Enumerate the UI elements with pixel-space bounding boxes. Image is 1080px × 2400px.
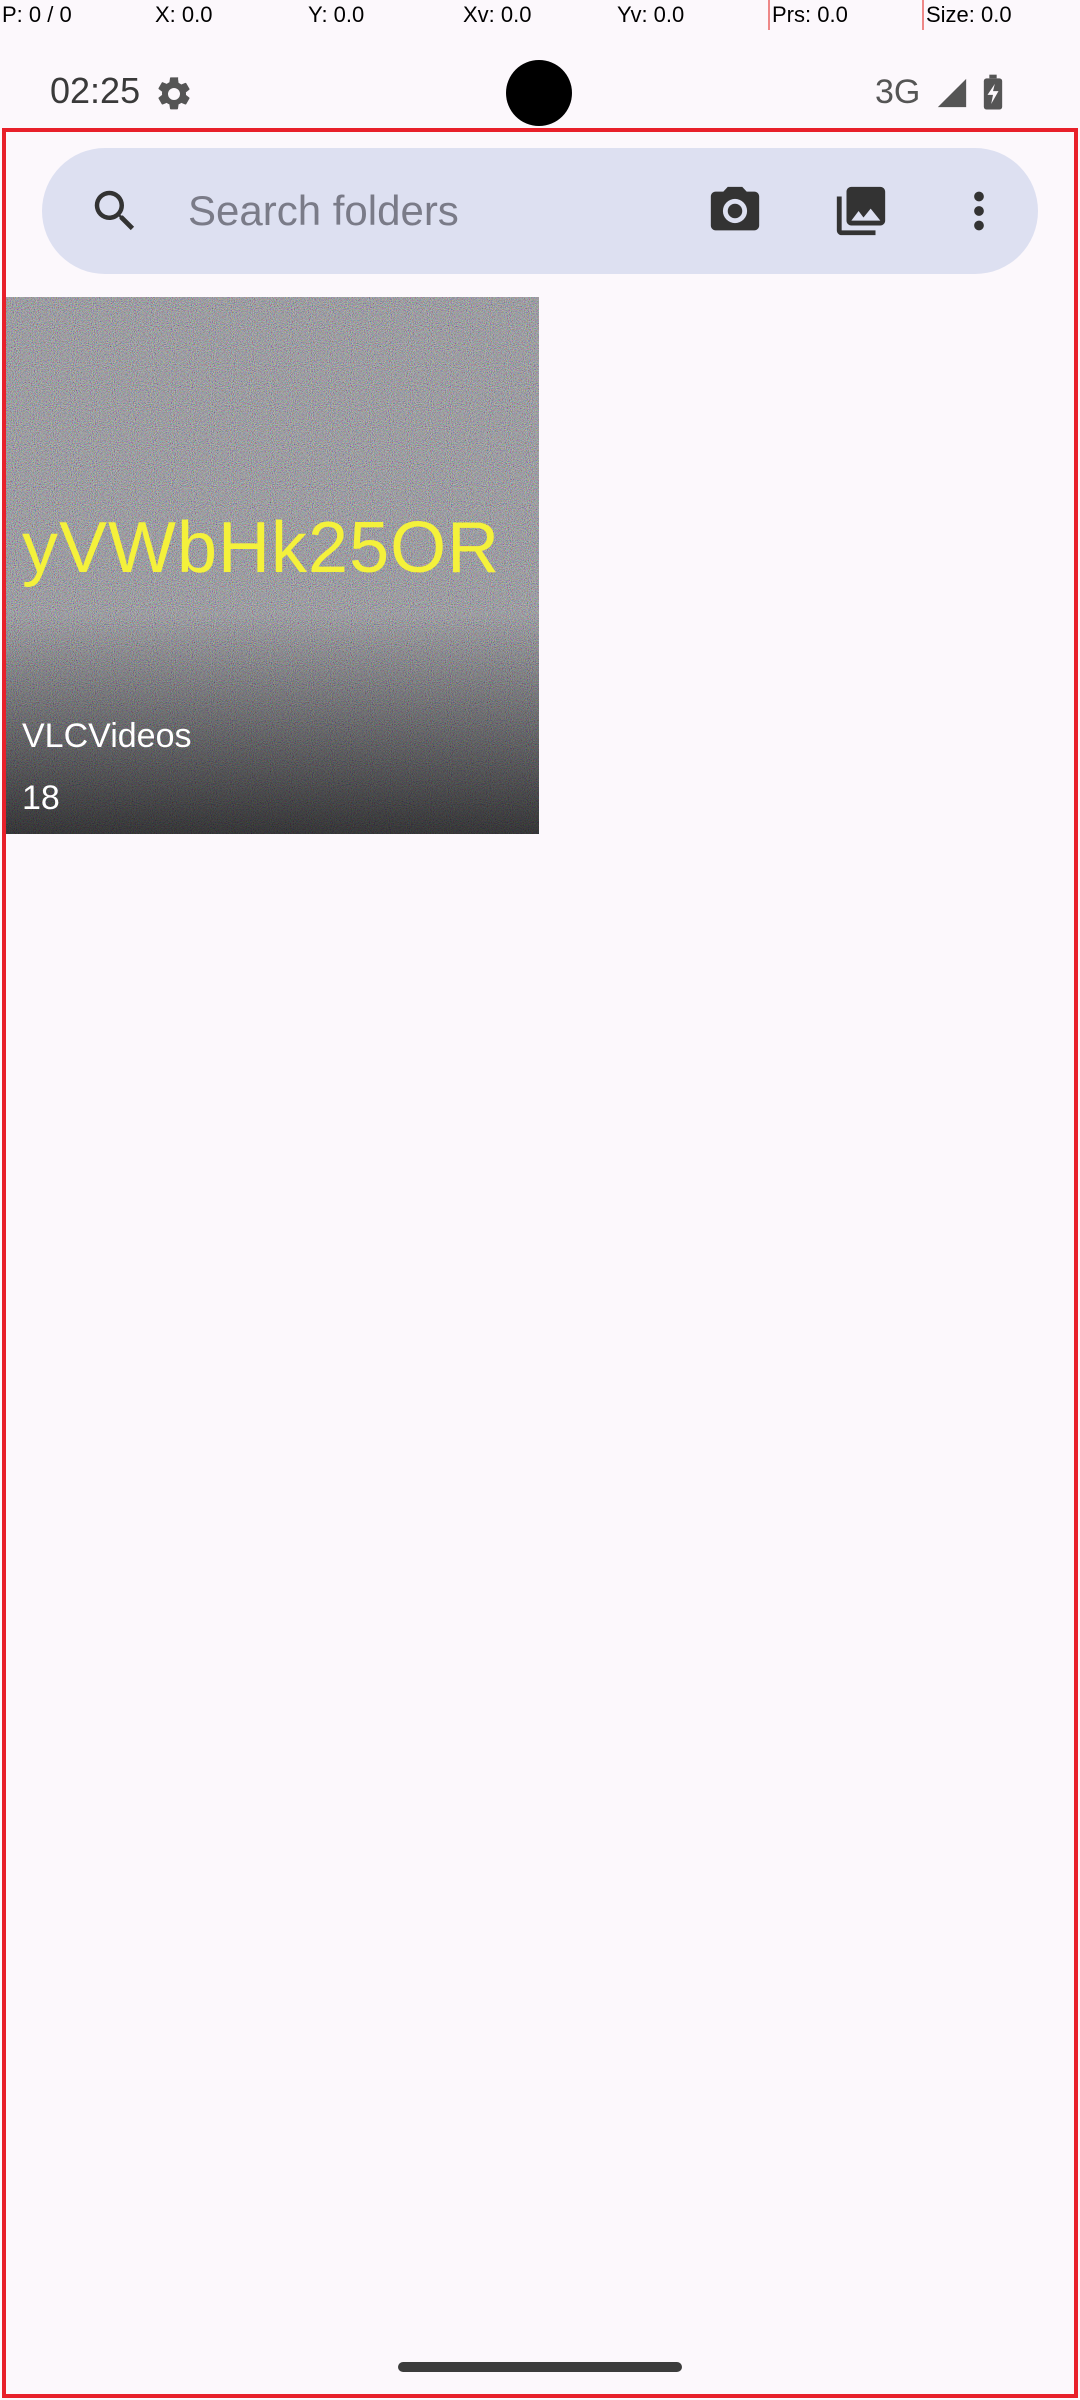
status-bar: 02:25 3G: [0, 30, 1080, 130]
search-icon: [94, 190, 135, 231]
debug-y: Y: 0.0: [308, 2, 365, 27]
debug-yv: Yv: 0.0: [617, 2, 685, 27]
cell-signal-icon: [937, 78, 967, 108]
camera-icon: [710, 186, 760, 231]
debug-x: X: 0.0: [155, 2, 213, 27]
debug-separator: [768, 0, 770, 30]
search-bar[interactable]: [42, 148, 1038, 274]
home-indicator[interactable]: [398, 2362, 682, 2372]
more-options-button[interactable]: [946, 178, 1012, 244]
debug-separator: [922, 0, 924, 30]
thumbnail-text: yVWbHk25OR: [22, 508, 501, 588]
folder-name: VLCVideos: [22, 717, 192, 755]
debug-size: Size: 0.0: [926, 2, 1012, 27]
more-vert-icon: [974, 191, 984, 231]
camera-cutout: [506, 60, 572, 126]
battery-charging-icon: [983, 74, 1003, 110]
gallery-button[interactable]: [828, 178, 894, 244]
status-time: 02:25: [50, 70, 141, 111]
debug-pointer: P: 0 / 0: [2, 2, 72, 27]
debug-prs: Prs: 0.0: [772, 2, 848, 27]
gallery-icon: [836, 186, 886, 236]
settings-gear-icon: [158, 77, 190, 110]
pointer-location-overlay: P: 0 / 0 X: 0.0 Y: 0.0 Xv: 0.0 Yv: 0.0 P…: [0, 0, 1080, 30]
camera-button[interactable]: [702, 178, 768, 244]
folder-count: 18: [22, 779, 60, 817]
search-input[interactable]: [188, 172, 708, 250]
folder-tile[interactable]: yVWbHk25OR VLCVideos 18: [6, 297, 539, 834]
network-type: 3G: [875, 73, 921, 111]
debug-xv: Xv: 0.0: [463, 2, 532, 27]
